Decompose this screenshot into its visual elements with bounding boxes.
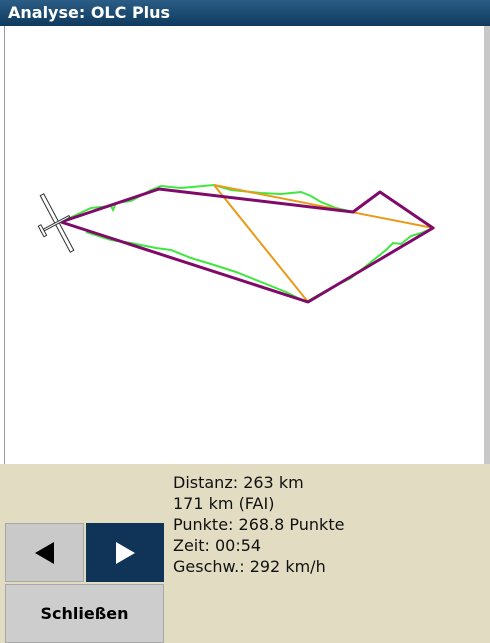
close-button[interactable]: Schließen	[5, 584, 164, 643]
fai-distance-value: 171 km (FAI)	[173, 494, 275, 513]
previous-button[interactable]	[5, 523, 84, 582]
next-button[interactable]	[86, 523, 164, 582]
title-bar: Analyse: OLC Plus	[0, 0, 490, 26]
speed-value: Geschw.: 292 km/h	[173, 557, 326, 576]
statistics-panel: Distanz: 263 km 171 km (FAI) Punkte: 268…	[173, 472, 344, 577]
route-map	[37, 183, 436, 304]
arrow-left-icon	[34, 541, 54, 564]
arrow-right-icon	[116, 541, 135, 564]
optimized-route	[60, 187, 435, 304]
glider-icon	[37, 193, 75, 253]
map-view[interactable]	[4, 26, 488, 464]
close-button-label: Schließen	[40, 604, 129, 623]
window-title: Analyse: OLC Plus	[8, 3, 171, 22]
flight-track-lower	[85, 227, 434, 304]
points-value: Punkte: 268.8 Punkte	[173, 515, 345, 534]
time-value: Zeit: 00:54	[173, 536, 262, 555]
distance-value: Distanz: 263 km	[173, 473, 304, 492]
right-edge	[484, 26, 490, 464]
